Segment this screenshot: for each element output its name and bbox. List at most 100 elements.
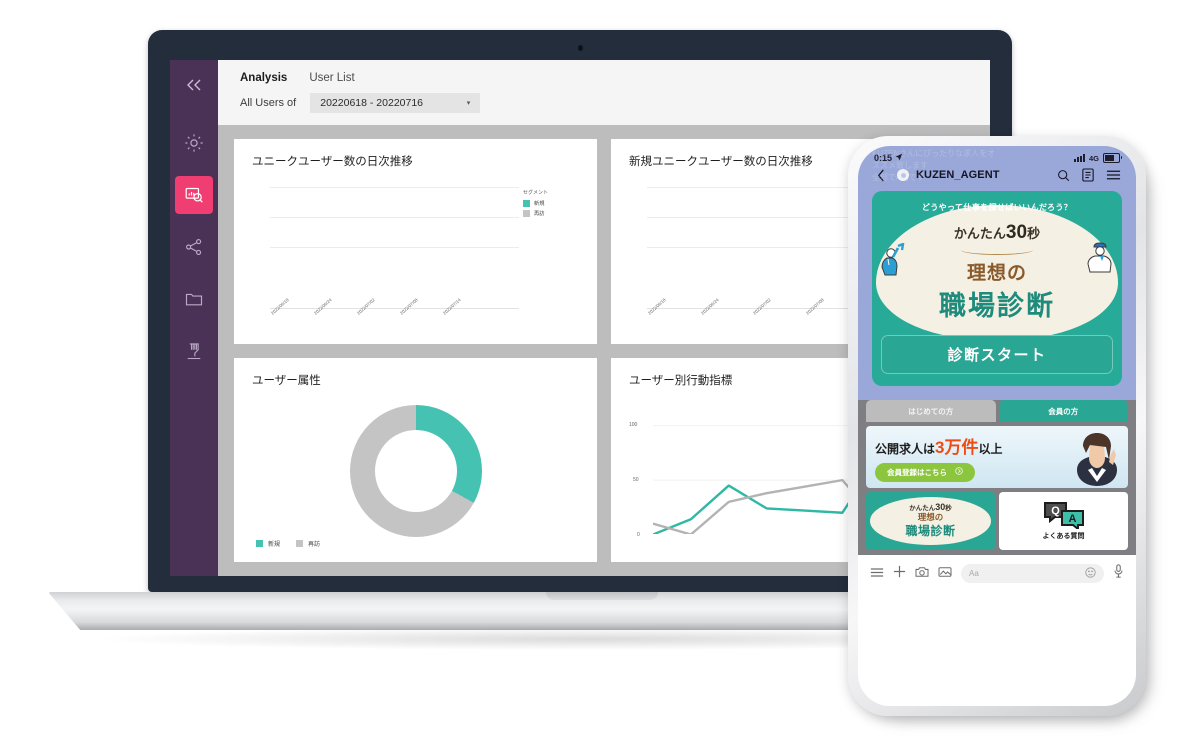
card-user-attributes: ユーザー属性 新規 再訪 — [234, 357, 597, 562]
svg-text:Q: Q — [1051, 505, 1060, 517]
register-button[interactable]: 会員登録はこちら — [875, 462, 975, 482]
banner-prefix: 公開求人は — [875, 441, 936, 456]
emoji-icon[interactable] — [1085, 565, 1096, 583]
sidebar-item-scenario[interactable] — [175, 332, 213, 370]
x-tick — [710, 310, 721, 332]
x-tick: 2022/06/18 — [270, 297, 290, 332]
date-range-select[interactable]: 20220618 - 20220716 ▾ — [310, 93, 481, 113]
legend-swatch-return — [523, 210, 530, 217]
hero-line-2: 職場診断 — [939, 291, 1055, 321]
battery-icon — [1103, 153, 1122, 163]
x-tick — [826, 310, 837, 332]
legend-item-new: 新規 — [523, 200, 581, 207]
x-tick — [287, 310, 296, 332]
tab-user-list[interactable]: User List — [309, 72, 354, 84]
x-tick — [330, 310, 339, 332]
message-input[interactable]: Aa — [961, 564, 1104, 583]
chart-canvas-donut: 新規 再訪 — [246, 390, 585, 553]
qa-bubble-icon: Q A — [1043, 502, 1084, 529]
hero-easy-number: 30 — [1005, 222, 1028, 243]
legend-label-return: 再訪 — [534, 211, 545, 217]
sidebar-item-analytics[interactable] — [175, 176, 213, 214]
tab-analysis[interactable]: Analysis — [240, 72, 287, 84]
x-tick — [468, 310, 477, 332]
x-tick — [450, 310, 459, 332]
microphone-icon[interactable] — [1113, 564, 1124, 583]
x-tick — [679, 310, 690, 332]
bar-series — [270, 187, 519, 308]
x-tick — [668, 310, 679, 332]
sidebar-item-settings[interactable] — [175, 124, 213, 162]
x-tick — [485, 310, 494, 332]
hero-question-text: どうやって仕事を探せばいいんだろう？ — [921, 203, 1073, 212]
x-tick — [433, 310, 442, 332]
legend-item-return: 再訪 — [523, 210, 581, 217]
legend-item-return: 再訪 — [296, 539, 320, 548]
x-tick — [511, 310, 520, 332]
banner-headline: 公開求人は3万件以上 — [875, 433, 1003, 458]
diagnosis-start-button[interactable]: 診断スタート — [881, 335, 1113, 374]
sidebar-item-share[interactable] — [175, 228, 213, 266]
donut-chart — [349, 404, 482, 537]
x-tick — [408, 310, 417, 332]
mini-card-faq[interactable]: Q A よくある質問 — [999, 492, 1128, 550]
phone-tab-bar: はじめての方 会員の方 — [858, 400, 1136, 422]
svg-text:A: A — [1068, 513, 1076, 525]
x-tick — [382, 310, 391, 332]
legend-label-new: 新規 — [268, 542, 281, 548]
hero-brace-decoration — [961, 245, 1033, 255]
x-tick: 2022/07/02 — [356, 297, 376, 332]
x-tick — [279, 310, 288, 332]
tab-member[interactable]: 会員の方 — [998, 400, 1128, 422]
legend-swatch-return — [296, 540, 304, 547]
app-header: Analysis User List All Users of 20220618… — [218, 60, 990, 125]
chevron-double-left-icon — [184, 78, 204, 92]
tab-bar: Analysis User List — [240, 72, 972, 84]
x-tick — [365, 310, 374, 332]
x-axis-ticks: 2022/06/18 2022/06/24 2022/07/02 2022/07/08… — [270, 297, 520, 332]
x-tick — [373, 310, 382, 332]
x-tick — [347, 310, 356, 332]
banner-highlight: 3万件 — [935, 437, 979, 457]
pen-stamp-icon — [184, 341, 204, 361]
folder-icon — [184, 289, 204, 309]
scene: Analysis User List All Users of 20220618… — [0, 0, 1204, 750]
x-tick: 2022/06/24 — [313, 297, 333, 332]
x-tick: 2022/07/02 — [752, 297, 772, 332]
chevron-down-icon: ▾ — [466, 100, 471, 107]
hamburger-menu-icon[interactable] — [870, 565, 884, 583]
legend-label-return: 再訪 — [308, 542, 321, 548]
mini-line-2: 職場診断 — [905, 524, 956, 539]
x-tick — [476, 310, 485, 332]
gear-icon — [183, 132, 205, 154]
x-tick — [794, 310, 805, 332]
x-tick — [784, 310, 795, 332]
phone-content-panel: 公開求人は3万件以上 会員登録はこちら かんたん30秒 理想の 職場診断 Q A… — [858, 422, 1136, 555]
message-input-placeholder: Aa — [969, 569, 979, 578]
x-tick — [459, 310, 468, 332]
banner-suffix: 以上 — [978, 441, 1003, 456]
x-tick — [339, 310, 348, 332]
hero-easy-line: かんたん30秒 — [881, 222, 1113, 244]
laptop-base-notch — [546, 592, 658, 600]
card-title: ユニークユーザー数の日次推移 — [252, 156, 413, 168]
mini-card-diagnosis[interactable]: かんたん30秒 理想の 職場診断 — [866, 492, 995, 550]
camera-icon[interactable] — [915, 565, 929, 583]
phone-hero-area: どうやって仕事を探せばいいんだろう？ かんたん30秒 理想の 職場診断 診断スタ… — [858, 191, 1136, 400]
jobs-banner[interactable]: 公開求人は3万件以上 会員登録はこちら — [866, 426, 1128, 488]
sidebar-item-collapse[interactable] — [175, 72, 213, 98]
photo-icon[interactable] — [938, 565, 952, 583]
ghost-messages: KUZENさんにぴったりな求人をオ ススメ致します 全部で4問です — [872, 148, 1122, 184]
sidebar-item-folder[interactable] — [175, 280, 213, 318]
x-tick: 2022/07/08 — [399, 297, 419, 332]
tab-first-time[interactable]: はじめての方 — [866, 400, 996, 422]
y-tick-50: 50 — [633, 476, 639, 483]
faq-label: よくある質問 — [1042, 533, 1085, 540]
x-tick — [493, 310, 502, 332]
hero-easy-suffix: 秒 — [1027, 226, 1041, 241]
diagnosis-hero-card[interactable]: どうやって仕事を探せばいいんだろう？ かんたん30秒 理想の 職場診断 診断スタ… — [872, 191, 1122, 386]
x-tick — [689, 310, 700, 332]
mini-oval-shape: かんたん30秒 理想の 職場診断 — [869, 497, 992, 545]
x-tick — [763, 310, 774, 332]
plus-icon[interactable] — [893, 565, 906, 583]
